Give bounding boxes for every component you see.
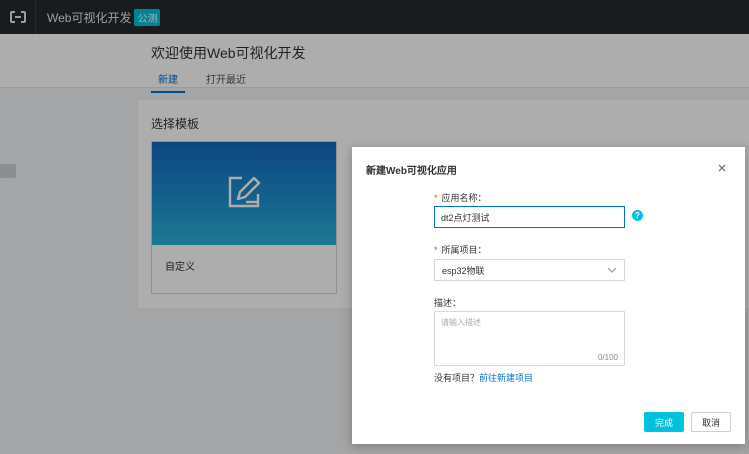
confirm-button[interactable]: 完成	[644, 412, 684, 432]
required-mark: *	[434, 245, 438, 255]
project-label: * 所属项目：	[434, 245, 487, 255]
project-select[interactable]: esp32物联	[434, 259, 625, 281]
cancel-button[interactable]: 取消	[691, 412, 731, 432]
char-counter: 0/100	[597, 353, 618, 362]
app-name-input[interactable]	[434, 206, 625, 228]
description-textarea[interactable]	[435, 312, 624, 350]
description-label: 描述：	[434, 298, 462, 308]
help-icon[interactable]: ?	[632, 210, 643, 221]
app-name-label: * 应用名称：	[434, 193, 487, 203]
project-select-value: esp32物联	[442, 265, 485, 276]
close-icon[interactable]	[715, 161, 729, 175]
dialog-title: 新建Web可视化应用	[366, 166, 457, 177]
chevron-down-icon	[607, 265, 617, 275]
new-app-dialog: 新建Web可视化应用 *应用名称： ? *所属项目： esp32物联 描述： 0…	[352, 147, 745, 444]
no-project-hint: 没有项目？前往新建项目	[434, 373, 534, 383]
create-project-link[interactable]: 前往新建项目	[479, 373, 533, 383]
required-mark: *	[434, 193, 438, 203]
description-field[interactable]: 0/100	[434, 311, 625, 366]
